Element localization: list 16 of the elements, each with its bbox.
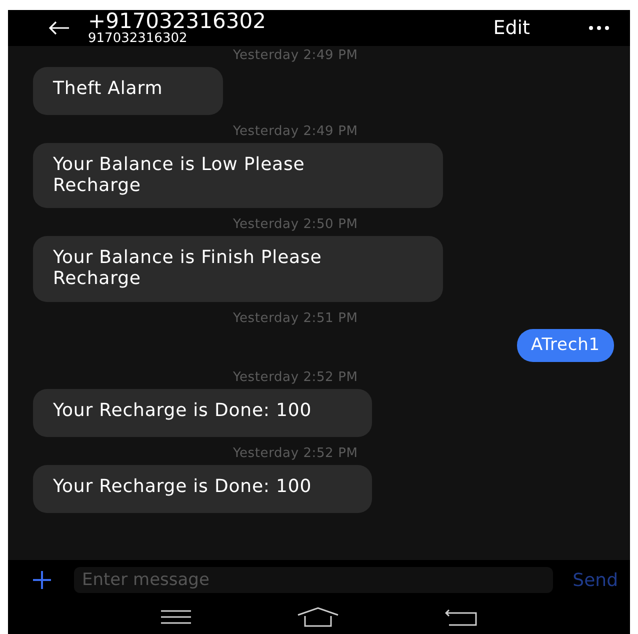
message-timestamp: Yesterday 2:49 PM — [233, 48, 358, 63]
message-timestamp: Yesterday 2:52 PM — [233, 446, 358, 462]
message-input-field[interactable]: Enter message — [74, 567, 553, 593]
message-timestamp: Yesterday 2:49 PM — [233, 124, 358, 139]
sent-message-bubble: ATrech1 — [516, 328, 614, 362]
message-timestamp: Yesterday 2:52 PM — [233, 370, 358, 386]
edit-button[interactable]: Edit — [493, 17, 530, 39]
received-message-bubble: Your Recharge is Done: 100 — [33, 465, 372, 514]
received-message-bubble: Your Recharge is Done: 100 — [33, 389, 372, 438]
message-timestamp: Yesterday 2:50 PM — [233, 217, 358, 232]
contact-title: +917032316302 — [88, 11, 267, 32]
received-message-bubble: Theft Alarm — [33, 67, 223, 115]
contact-number: 917032316302 — [88, 32, 188, 45]
received-message-bubble: Your Balance is Low Please Recharge — [33, 143, 443, 208]
received-message-bubble: Your Balance is Finish Please Recharge — [33, 236, 443, 302]
message-timestamp: Yesterday 2:51 PM — [233, 310, 358, 326]
